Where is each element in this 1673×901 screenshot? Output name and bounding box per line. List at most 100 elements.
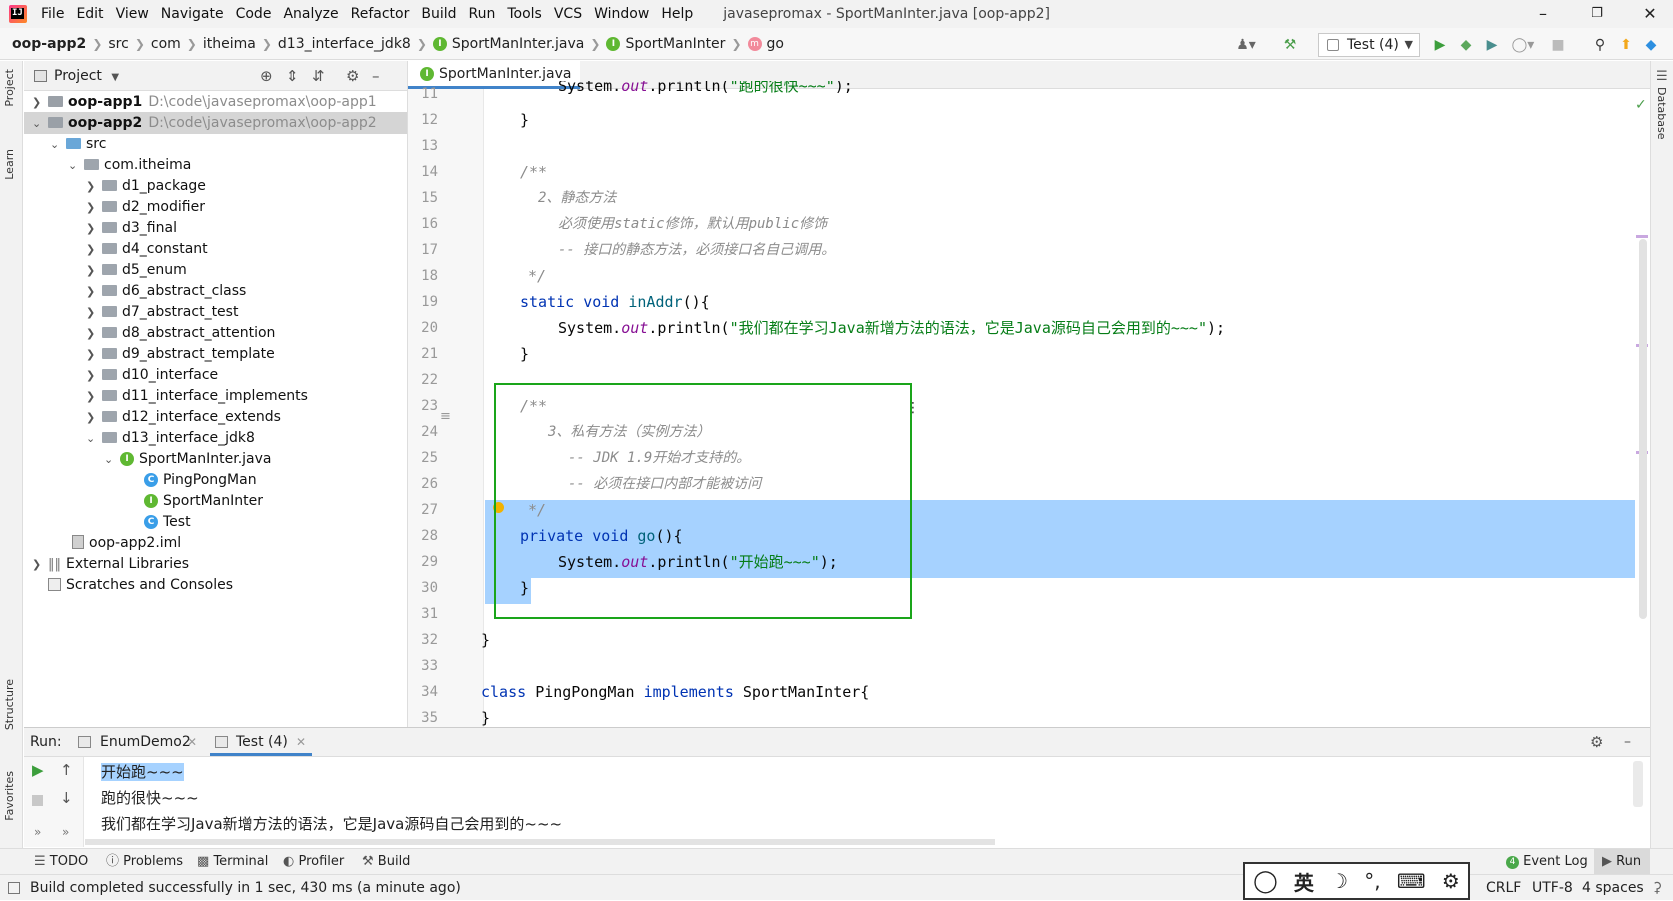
todo-tool-button[interactable]: ☰ TODO	[34, 849, 88, 875]
keyboard-icon[interactable]: ⌨	[1397, 869, 1426, 893]
breadcrumb-com[interactable]: com	[151, 36, 181, 52]
breadcrumb-src[interactable]: src	[108, 36, 128, 52]
tree-node-d13-interface-jdk8[interactable]: ⌄ d13_interface_jdk8	[86, 427, 255, 449]
editor-vertical-scrollbar[interactable]: ✓	[1635, 89, 1650, 727]
tree-node-iml[interactable]: oop-app2.iml	[68, 532, 181, 554]
menu-help[interactable]: Help	[655, 0, 699, 28]
menu-analyze[interactable]: Analyze	[277, 0, 344, 28]
console-output[interactable]: 开始跑~~~ 跑的很快~~~ 我们都在学习Java新增方法的语法，它是Java源…	[85, 757, 1650, 847]
horizontal-scrollbar[interactable]	[85, 839, 995, 845]
minimize-icon[interactable]: –	[1520, 0, 1566, 28]
tree-node-d9-abstract-template[interactable]: ❯ d9_abstract_template	[86, 343, 275, 365]
console-scroll-thumb[interactable]	[1633, 761, 1643, 807]
restore-icon[interactable]: ❐	[1574, 0, 1620, 28]
build-tool-button[interactable]: ⚒ Build	[362, 849, 410, 875]
run-tool-button[interactable]: ▶ Run	[1594, 849, 1650, 875]
menu-vcs[interactable]: VCS	[548, 0, 588, 28]
ime-language-toggle[interactable]: 英	[1294, 867, 1314, 896]
breadcrumb-interface[interactable]: SportManInter	[625, 36, 725, 52]
jetbrains-icon[interactable]: ◆	[1641, 36, 1661, 54]
problems-tool-button[interactable]: ⓘ Problems	[106, 849, 183, 875]
run-tab-test[interactable]: Test (4)	[236, 728, 288, 757]
favorites-tool-tab[interactable]: Favorites	[3, 771, 16, 821]
menu-window[interactable]: Window	[588, 0, 655, 28]
run-config-select[interactable]: Test (4) ▼	[1318, 33, 1420, 57]
line-separator-indicator[interactable]: CRLF	[1486, 875, 1521, 901]
breadcrumb-package[interactable]: d13_interface_jdk8	[278, 36, 411, 52]
tree-node-d10-interface[interactable]: ❯ d10_interface	[86, 364, 218, 386]
profiler-tool-button[interactable]: ◐ Profiler	[283, 849, 344, 875]
search-icon[interactable]: ⚲	[1590, 36, 1610, 54]
menu-code[interactable]: Code	[230, 0, 278, 28]
status-toggle-icon[interactable]	[8, 882, 20, 894]
run-icon[interactable]: ▶	[1430, 36, 1450, 54]
menu-navigate[interactable]: Navigate	[155, 0, 230, 28]
tree-node-d2-modifier[interactable]: ❯ d2_modifier	[86, 196, 205, 218]
expand-all-icon[interactable]: ⇕	[286, 61, 299, 91]
menu-refactor[interactable]: Refactor	[345, 0, 416, 28]
breadcrumb-method[interactable]: go	[767, 36, 784, 52]
arrow-up-icon[interactable]: ↑	[60, 761, 73, 779]
hide-panel-icon[interactable]: –	[1624, 728, 1631, 757]
menu-tools[interactable]: Tools	[501, 0, 548, 28]
arrow-down-icon[interactable]: ↓	[60, 789, 73, 807]
tree-node-oop-app2[interactable]: ⌄ oop-app2 D:\code\javasepromax\oop-app2	[24, 112, 407, 134]
tree-node-d3-final[interactable]: ❯ d3_final	[86, 217, 177, 239]
locate-icon[interactable]: ⊕	[260, 61, 273, 91]
close-tab-icon[interactable]: ✕	[296, 728, 306, 757]
gear-icon[interactable]: ⚙	[1590, 728, 1603, 757]
tree-node-d5-enum[interactable]: ❯ d5_enum	[86, 259, 187, 281]
collapse-all-icon[interactable]: ⇵	[312, 61, 325, 91]
gear-icon[interactable]: ⚙	[1442, 869, 1460, 893]
close-icon[interactable]: ✕	[1627, 0, 1673, 28]
menu-run[interactable]: Run	[463, 0, 502, 28]
tree-node-src[interactable]: ⌄ src	[50, 133, 106, 155]
menu-view[interactable]: View	[110, 0, 155, 28]
tree-node-pingpongman[interactable]: C PingPongMan	[144, 469, 257, 491]
project-panel-title[interactable]: Project	[54, 68, 102, 84]
run-tab-enumdemo2[interactable]: EnumDemo2	[100, 728, 191, 757]
build-hammer-icon[interactable]: ⚒	[1280, 36, 1300, 54]
tree-node-d12-interface-extends[interactable]: ❯ d12_interface_extends	[86, 406, 281, 428]
event-log-tool-button[interactable]: 4 Event Log	[1506, 849, 1588, 875]
lock-icon[interactable]: ⚳	[1652, 875, 1662, 901]
moon-icon[interactable]: ☽	[1330, 869, 1348, 893]
rerun-icon[interactable]: ▶	[32, 761, 44, 779]
tree-node-external-libraries[interactable]: ❯ ‖‖ External Libraries	[32, 553, 189, 575]
tree-node-sportmaninter[interactable]: I SportManInter	[144, 490, 263, 512]
terminal-tool-button[interactable]: ▩ Terminal	[197, 849, 268, 875]
tree-node-oop-app1[interactable]: ❯ oop-app1 D:\code\javasepromax\oop-app1	[24, 91, 407, 113]
hide-panel-icon[interactable]: –	[372, 61, 380, 91]
project-tool-tab[interactable]: Project	[3, 69, 16, 107]
tree-node-d6-abstract-class[interactable]: ❯ d6_abstract_class	[86, 280, 246, 302]
menu-file[interactable]: File	[35, 0, 70, 28]
coverage-icon[interactable]: ▶	[1482, 36, 1502, 54]
tree-node-sportmaninter-java[interactable]: ⌄ I SportManInter.java	[104, 448, 271, 470]
encoding-indicator[interactable]: UTF-8	[1532, 875, 1573, 901]
tree-node-com-itheima[interactable]: ⌄ com.itheima	[68, 154, 191, 176]
tree-node-d11-interface-implements[interactable]: ❯ d11_interface_implements	[86, 385, 308, 407]
dropdown-arrow-icon[interactable]: ▼	[111, 72, 119, 83]
structure-tool-tab[interactable]: Structure	[3, 679, 16, 730]
ime-logo-icon[interactable]: ◯	[1253, 869, 1278, 894]
more-icon[interactable]: »	[34, 825, 41, 839]
tree-node-d4-constant[interactable]: ❯ d4_constant	[86, 238, 208, 260]
breadcrumb-itheima[interactable]: itheima	[203, 36, 256, 52]
stop-icon[interactable]	[32, 795, 43, 806]
punctuation-icon[interactable]: °,	[1364, 869, 1380, 893]
user-icon[interactable]: ♟▾	[1232, 36, 1260, 54]
indent-indicator[interactable]: 4 spaces	[1582, 875, 1644, 901]
menu-build[interactable]: Build	[415, 0, 462, 28]
scroll-thumb[interactable]	[1639, 239, 1647, 619]
implementations-gutter-icon[interactable]: ≡	[440, 409, 451, 424]
profile-icon[interactable]: ◯▾	[1508, 36, 1538, 54]
more-icon[interactable]: »	[62, 825, 69, 839]
tree-node-scratches[interactable]: Scratches and Consoles	[44, 574, 233, 596]
menu-edit[interactable]: Edit	[70, 0, 109, 28]
debug-icon[interactable]: ◆	[1456, 36, 1476, 54]
tree-node-d1-package[interactable]: ❯ d1_package	[86, 175, 206, 197]
tree-node-d7-abstract-test[interactable]: ❯ d7_abstract_test	[86, 301, 238, 323]
update-icon[interactable]: ⬆	[1616, 36, 1636, 54]
tree-node-test[interactable]: C Test	[144, 511, 191, 533]
database-tool-tab[interactable]: Database	[1655, 87, 1668, 140]
